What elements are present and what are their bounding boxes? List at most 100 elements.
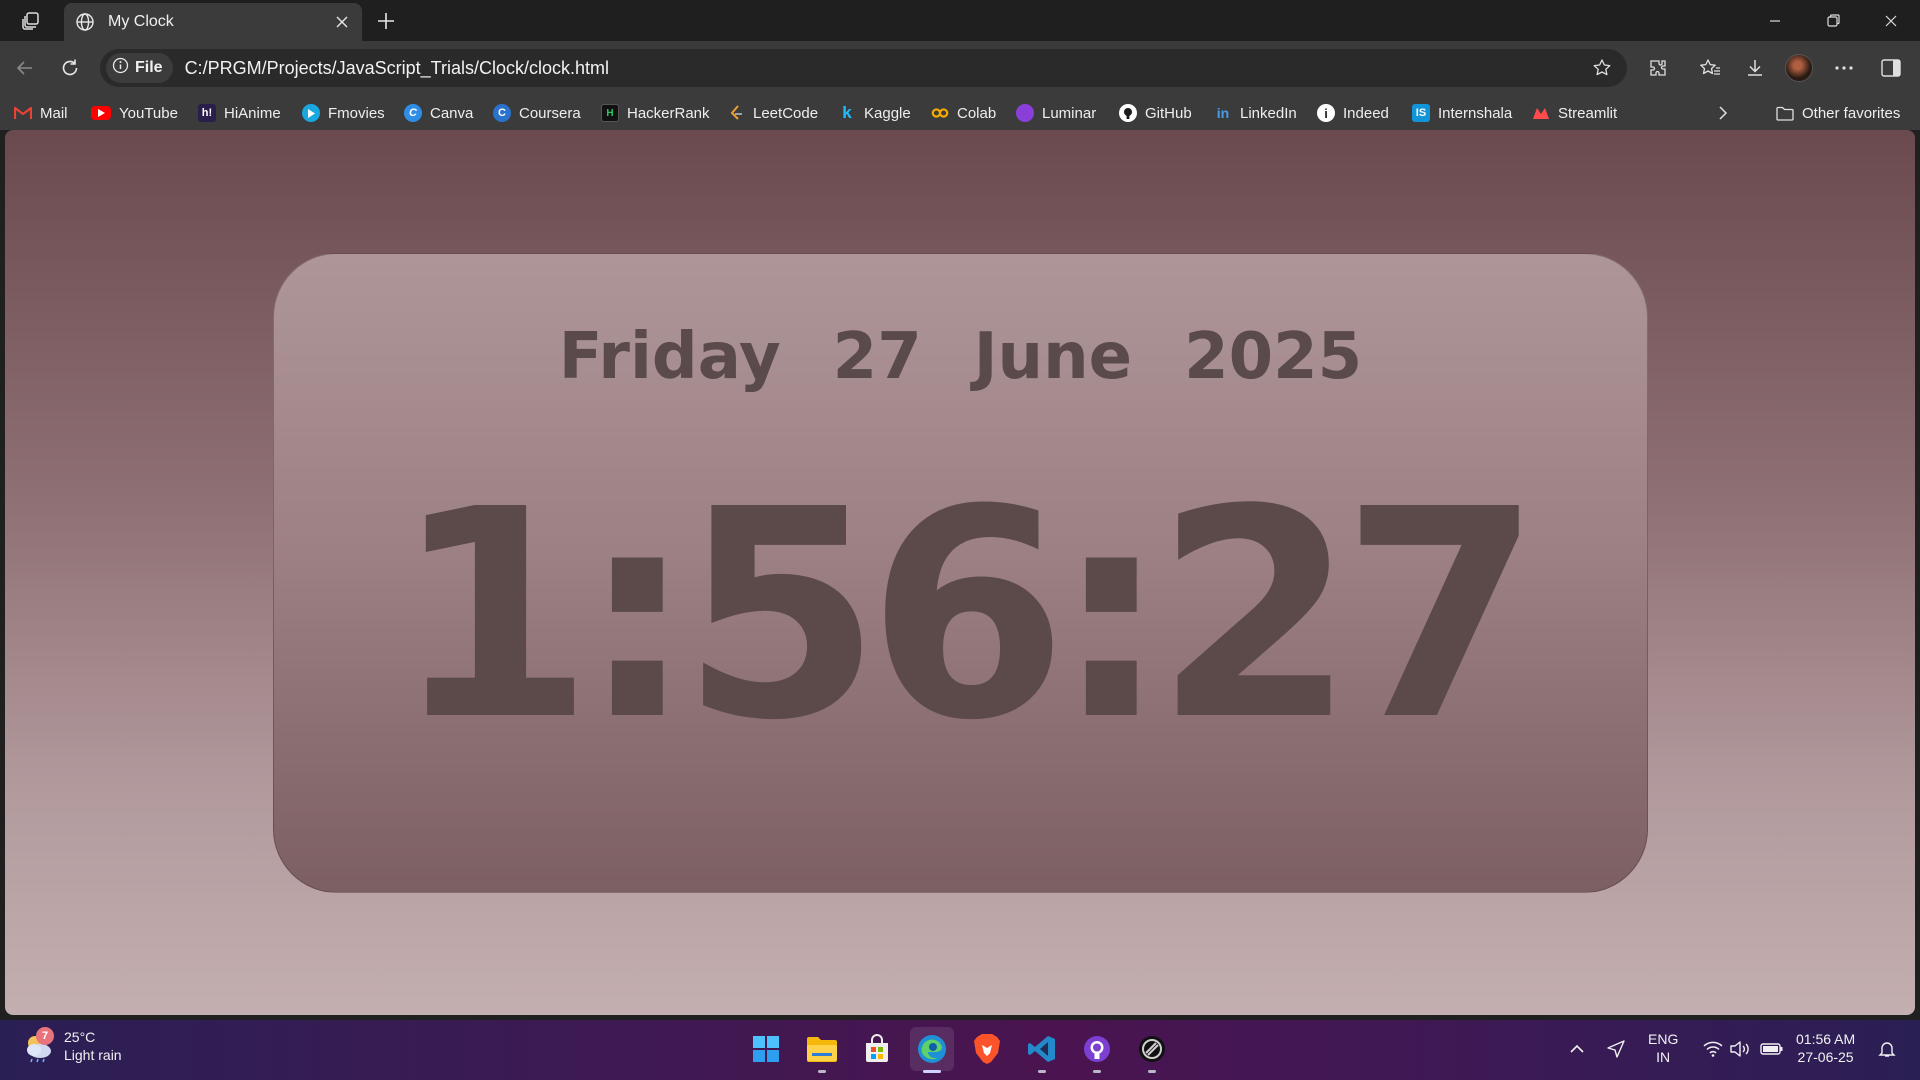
favorite-coursera[interactable]: C Coursera	[493, 100, 581, 126]
new-tab-icon[interactable]	[372, 7, 400, 35]
restore-icon[interactable]	[1804, 0, 1862, 41]
favorite-hackerrank[interactable]: H HackerRank	[601, 100, 710, 126]
location-icon[interactable]	[1602, 1034, 1630, 1064]
favorite-kaggle[interactable]: k Kaggle	[838, 100, 911, 126]
favorite-youtube[interactable]: YouTube	[91, 100, 178, 126]
language-line-1: ENG	[1648, 1031, 1679, 1047]
add-favorite-star-icon[interactable]	[1585, 51, 1619, 85]
extensions-icon[interactable]	[1641, 51, 1675, 85]
favorite-label: Kaggle	[864, 104, 911, 122]
close-window-icon[interactable]	[1862, 0, 1920, 41]
coursera-icon: C	[493, 104, 511, 122]
github-icon	[1119, 104, 1137, 122]
leetcode-icon	[727, 104, 745, 122]
favorite-label: Streamlit	[1558, 104, 1618, 122]
avatar	[1785, 54, 1813, 82]
workspaces-icon[interactable]	[16, 8, 46, 34]
brave-icon	[974, 1034, 1000, 1064]
indeed-icon: i	[1317, 104, 1335, 122]
minimize-icon[interactable]	[1746, 0, 1804, 41]
folder-icon	[1776, 104, 1794, 122]
favorite-mail[interactable]: Mail	[14, 100, 68, 126]
github-desktop-icon	[1084, 1036, 1110, 1062]
favorite-streamlit[interactable]: Streamlit	[1532, 100, 1617, 126]
favorite-github[interactable]: GitHub	[1119, 100, 1192, 126]
microsoft-store-button[interactable]	[855, 1027, 899, 1071]
weather-widget[interactable]: 7 25°C Light rain	[22, 1027, 122, 1064]
github-desktop-button[interactable]	[1075, 1027, 1119, 1073]
refresh-icon[interactable]	[53, 51, 87, 85]
hackerrank-icon: H	[601, 104, 619, 122]
favorite-canva[interactable]: C Canva	[404, 100, 473, 126]
hianime-icon: h!	[198, 104, 216, 122]
clock-card: Friday 27 June 2025 1:56:27	[273, 253, 1648, 893]
url-text[interactable]: C:/PRGM/Projects/JavaScript_Trials/Clock…	[185, 58, 1585, 79]
downloads-icon[interactable]	[1738, 51, 1772, 85]
sidebar-toggle-icon[interactable]	[1874, 51, 1908, 85]
volume-icon[interactable]	[1728, 1034, 1754, 1064]
weather-condition: Light rain	[64, 1047, 122, 1063]
battery-icon[interactable]	[1758, 1034, 1786, 1064]
scheme-label: File	[135, 59, 163, 76]
favorite-leetcode[interactable]: LeetCode	[727, 100, 818, 126]
day-number: 27	[832, 320, 922, 394]
back-icon[interactable]	[8, 51, 42, 85]
favorite-label: Luminar	[1042, 104, 1097, 122]
input-language[interactable]: ENG IN	[1648, 1030, 1678, 1066]
play-icon	[302, 104, 320, 122]
favorite-label: Canva	[430, 104, 474, 122]
favorites-icon[interactable]	[1693, 51, 1727, 85]
favorite-hianime[interactable]: h! HiAnime	[198, 100, 281, 126]
weather-alert-badge: 7	[36, 1027, 54, 1045]
show-hidden-icons-chevron-icon[interactable]	[1564, 1034, 1590, 1064]
folder-icon	[807, 1037, 837, 1062]
browser-toolbar: File C:/PRGM/Projects/JavaScript_Trials/…	[0, 41, 1920, 95]
favorite-indeed[interactable]: i Indeed	[1317, 100, 1389, 126]
favorite-label: GitHub	[1145, 104, 1192, 122]
favorite-fmovies[interactable]: Fmovies	[302, 100, 385, 126]
favorites-overflow-chevron-icon[interactable]	[1718, 100, 1728, 126]
system-date: 27-06-25	[1797, 1049, 1854, 1065]
edge-browser-button[interactable]	[910, 1027, 954, 1073]
kaggle-icon: k	[842, 103, 852, 122]
start-button[interactable]	[744, 1027, 788, 1071]
site-info-button[interactable]: File	[106, 53, 173, 83]
favorite-label: HiAnime	[224, 104, 281, 122]
favorite-internshala[interactable]: IS Internshala	[1412, 100, 1512, 126]
canva-icon: C	[404, 104, 422, 122]
tab-my-clock[interactable]: My Clock	[64, 3, 362, 41]
favorite-label: LinkedIn	[1240, 104, 1297, 122]
other-favorites[interactable]: Other favorites	[1776, 100, 1900, 126]
other-favorites-label: Other favorites	[1802, 104, 1901, 122]
language-line-2: IN	[1656, 1049, 1671, 1065]
pinned-app-button[interactable]	[1130, 1027, 1174, 1073]
wifi-icon[interactable]	[1700, 1034, 1726, 1064]
notifications-bell-icon[interactable]	[1874, 1034, 1900, 1064]
running-indicator	[923, 1070, 941, 1073]
profile-avatar[interactable]	[1782, 51, 1816, 85]
browser-titlebar: My Clock	[0, 0, 1920, 41]
favorite-luminar[interactable]: Luminar	[1016, 100, 1096, 126]
favorite-linkedin[interactable]: in LinkedIn	[1214, 100, 1297, 126]
streamlit-icon	[1532, 104, 1550, 122]
vscode-button[interactable]	[1020, 1027, 1064, 1073]
linear-app-icon	[1139, 1036, 1165, 1062]
favorite-label: HackerRank	[627, 104, 710, 122]
running-indicator	[1148, 1070, 1156, 1073]
favorites-bar: Mail YouTube h! HiAnime Fmovies C Canva …	[0, 95, 1920, 130]
taskbar: 7 25°C Light rain ENG IN 01:56 AM 27-06-…	[0, 1020, 1920, 1080]
system-clock[interactable]: 01:56 AM 27-06-25	[1796, 1030, 1855, 1066]
tab-title: My Clock	[108, 13, 174, 30]
favorite-colab[interactable]: Colab	[931, 100, 996, 126]
linkedin-icon: in	[1216, 105, 1230, 121]
running-indicator	[1038, 1070, 1046, 1073]
luminar-icon	[1016, 104, 1034, 122]
close-tab-icon[interactable]	[328, 8, 356, 36]
favorite-label: LeetCode	[753, 104, 819, 122]
globe-icon	[74, 11, 96, 33]
address-bar[interactable]: File C:/PRGM/Projects/JavaScript_Trials/…	[100, 49, 1627, 87]
brave-browser-button[interactable]	[965, 1027, 1009, 1071]
more-menu-icon[interactable]	[1827, 51, 1861, 85]
file-explorer-button[interactable]	[800, 1027, 844, 1073]
favorite-label: Colab	[957, 104, 997, 122]
